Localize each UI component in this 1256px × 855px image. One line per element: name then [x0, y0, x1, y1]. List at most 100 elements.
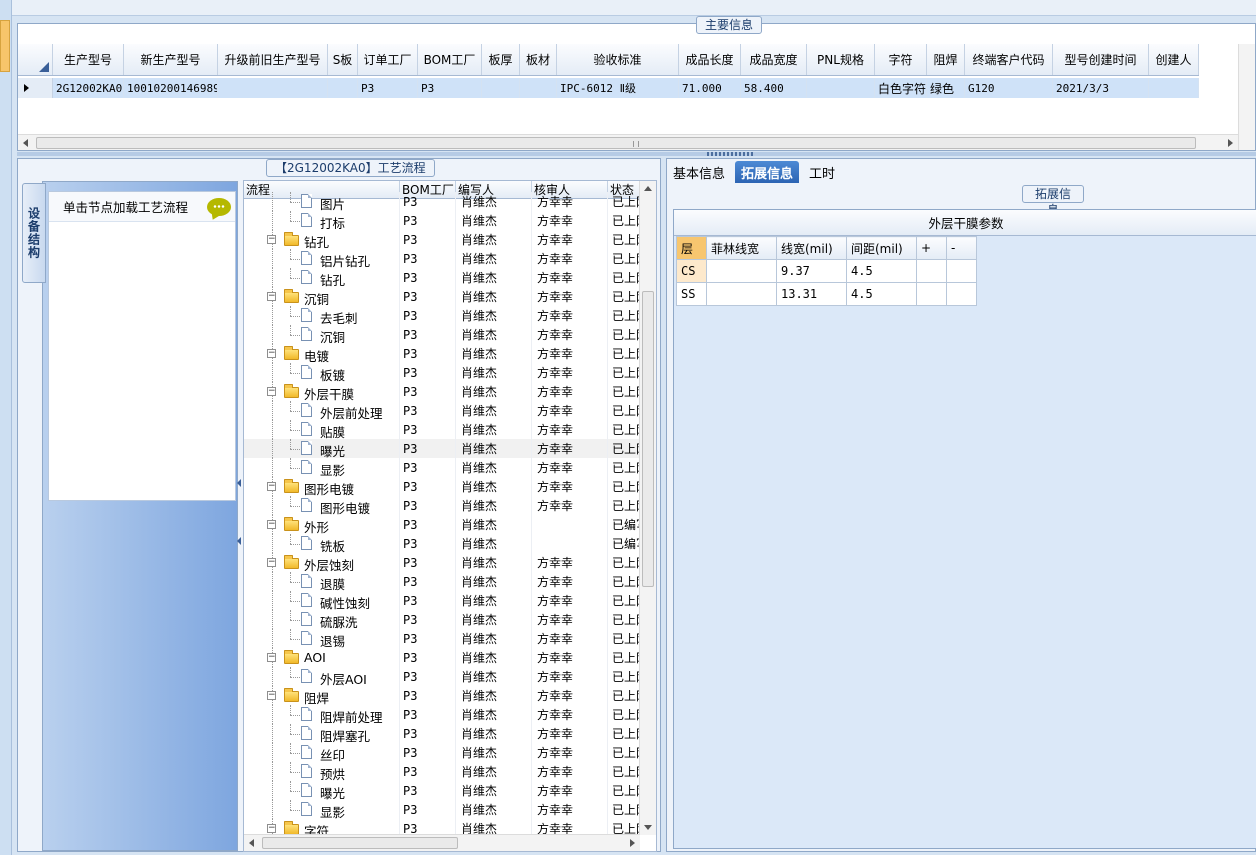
table-cell[interactable] — [218, 78, 328, 98]
tree-cell-status[interactable]: 已上网 — [608, 762, 640, 781]
tree-cell-status[interactable]: 已上网 — [608, 629, 640, 648]
tree-cell-status[interactable]: 已上网 — [608, 743, 640, 762]
tree-cell-reviewer[interactable] — [532, 515, 608, 534]
param-cell[interactable]: 4.5 — [846, 282, 917, 306]
tree-cell-reviewer[interactable]: 方幸幸 — [532, 363, 608, 382]
tree-cell-writer[interactable]: 肖维杰 — [456, 781, 532, 800]
tree-cell-status[interactable]: 已上网 — [608, 306, 640, 325]
param-cell[interactable]: SS — [676, 282, 707, 306]
tree-cell-reviewer[interactable]: 方幸幸 — [532, 686, 608, 705]
tree-cell-bom[interactable]: P3 — [400, 249, 456, 268]
tree-cell-bom[interactable]: P3 — [400, 192, 456, 211]
tree-cell-writer[interactable]: 肖维杰 — [456, 705, 532, 724]
tree-cell-writer[interactable]: 肖维杰 — [456, 401, 532, 420]
param-column-header[interactable]: 菲林线宽 — [706, 236, 777, 260]
tree-node[interactable]: 显影 — [244, 458, 400, 477]
table-cell[interactable] — [482, 78, 520, 98]
tree-cell-writer[interactable]: 肖维杰 — [456, 534, 532, 553]
tree-cell-writer[interactable]: 肖维杰 — [456, 477, 532, 496]
param-column-header[interactable]: 线宽(mil) — [776, 236, 847, 260]
table-cell[interactable]: IPC-6012 Ⅱ级 — [557, 78, 679, 98]
tree-row[interactable]: − 外层干膜 P3肖维杰方幸幸已上网 — [244, 382, 640, 401]
tree-cell-bom[interactable]: P3 — [400, 667, 456, 686]
tree-row[interactable]: 铣板 P3肖维杰 已编写 — [244, 534, 640, 553]
tree-cell-status[interactable]: 已上网 — [608, 648, 640, 667]
tree-cell-status[interactable]: 已上网 — [608, 591, 640, 610]
tree-cell-bom[interactable]: P3 — [400, 325, 456, 344]
table-cell[interactable]: 绿色 — [927, 78, 965, 98]
tree-cell-reviewer[interactable]: 方幸幸 — [532, 344, 608, 363]
tree-cell-status[interactable]: 已上网 — [608, 705, 640, 724]
column-header[interactable]: PNL规格 — [807, 44, 875, 75]
tree-node[interactable]: 图片 — [244, 192, 400, 211]
tree-cell-reviewer[interactable] — [532, 534, 608, 553]
tree-cell-status[interactable]: 已上网 — [608, 439, 640, 458]
column-header[interactable]: 成品宽度 — [741, 44, 807, 75]
tree-cell-reviewer[interactable]: 方幸幸 — [532, 420, 608, 439]
tree-cell-status[interactable]: 已上网 — [608, 572, 640, 591]
tree-row[interactable]: − 外层蚀刻 P3肖维杰方幸幸已上网 — [244, 553, 640, 572]
left-edge-tab[interactable] — [0, 20, 10, 72]
param-cell[interactable] — [706, 282, 777, 306]
tree-node[interactable]: 曝光 — [244, 781, 400, 800]
tree-cell-bom[interactable]: P3 — [400, 610, 456, 629]
tree-cell-status[interactable]: 已上网 — [608, 382, 640, 401]
tree-node[interactable]: − AOI — [244, 648, 400, 667]
tree-cell-reviewer[interactable]: 方幸幸 — [532, 287, 608, 306]
tree-row[interactable]: 预烘 P3肖维杰方幸幸已上网 — [244, 762, 640, 781]
tree-cell-writer[interactable]: 肖维杰 — [456, 306, 532, 325]
tree-cell-status[interactable]: 已上网 — [608, 211, 640, 230]
tree-node[interactable]: − 外形 — [244, 515, 400, 534]
tree-cell-bom[interactable]: P3 — [400, 211, 456, 230]
tree-row[interactable]: 去毛刺 P3肖维杰方幸幸已上网 — [244, 306, 640, 325]
param-cell[interactable] — [916, 259, 947, 283]
table-cell[interactable] — [807, 78, 875, 98]
tree-row[interactable]: 外层前处理 P3肖维杰方幸幸已上网 — [244, 401, 640, 420]
tree-cell-writer[interactable]: 肖维杰 — [456, 192, 532, 211]
table-row[interactable]: 2G12002KA0 10010200146989 P3 P3 IPC-6012 Ⅱ级 7… — [18, 78, 1199, 98]
column-header[interactable]: 生产型号 — [53, 44, 124, 75]
tree-cell-reviewer[interactable]: 方幸幸 — [532, 591, 608, 610]
table-cell[interactable]: 58.400 — [741, 78, 807, 98]
tree-cell-reviewer[interactable]: 方幸幸 — [532, 610, 608, 629]
tree-node[interactable]: 显影 — [244, 800, 400, 819]
tree-row[interactable]: 丝印 P3肖维杰方幸幸已上网 — [244, 743, 640, 762]
scroll-down-icon[interactable] — [644, 825, 652, 830]
table-cell[interactable]: 10010200146989 — [124, 78, 218, 98]
tree-cell-reviewer[interactable]: 方幸幸 — [532, 743, 608, 762]
tree-node[interactable]: 阻焊塞孔 — [244, 724, 400, 743]
scroll-thumb[interactable] — [36, 137, 1196, 149]
tree-node[interactable]: − 外层蚀刻 — [244, 553, 400, 572]
horizontal-splitter[interactable] — [17, 152, 1256, 156]
column-header[interactable]: 验收标准 — [557, 44, 679, 75]
tree-cell-writer[interactable]: 肖维杰 — [456, 363, 532, 382]
tree-cell-writer[interactable]: 肖维杰 — [456, 249, 532, 268]
param-cell[interactable] — [946, 282, 977, 306]
tree-cell-bom[interactable]: P3 — [400, 230, 456, 249]
tree-cell-writer[interactable]: 肖维杰 — [456, 800, 532, 819]
tree-cell-bom[interactable]: P3 — [400, 800, 456, 819]
tree-node[interactable]: 贴膜 — [244, 420, 400, 439]
tree-cell-reviewer[interactable]: 方幸幸 — [532, 249, 608, 268]
tree-node[interactable]: 阻焊前处理 — [244, 705, 400, 724]
table-cell[interactable]: P3 — [418, 78, 482, 98]
tree-row[interactable]: 阻焊前处理 P3肖维杰方幸幸已上网 — [244, 705, 640, 724]
column-header[interactable]: 字符 — [875, 44, 927, 75]
tree-node[interactable]: − 阻焊 — [244, 686, 400, 705]
tree-cell-reviewer[interactable]: 方幸幸 — [532, 458, 608, 477]
tree-node[interactable]: 铣板 — [244, 534, 400, 553]
tree-row[interactable]: 铝片钻孔 P3肖维杰方幸幸已上网 — [244, 249, 640, 268]
tree-cell-status[interactable]: 已上网 — [608, 477, 640, 496]
collapse-icon[interactable]: − — [267, 558, 276, 567]
tree-cell-status[interactable]: 已编写 — [608, 534, 640, 553]
collapse-icon[interactable]: − — [267, 824, 276, 833]
tree-cell-bom[interactable]: P3 — [400, 781, 456, 800]
tree-cell-bom[interactable]: P3 — [400, 477, 456, 496]
tree-node[interactable]: 退膜 — [244, 572, 400, 591]
equipment-structure-tab[interactable]: 设备结构 — [22, 183, 46, 283]
param-column-header[interactable]: 层 — [676, 236, 707, 260]
tree-cell-writer[interactable]: 肖维杰 — [456, 211, 532, 230]
collapse-icon[interactable]: − — [267, 482, 276, 491]
scroll-right-icon[interactable] — [1228, 139, 1233, 147]
tree-cell-bom[interactable]: P3 — [400, 458, 456, 477]
